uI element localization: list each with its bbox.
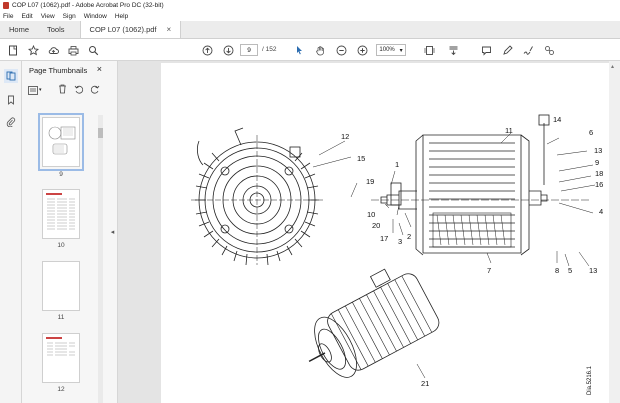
callout-9: 9 <box>595 158 599 167</box>
menu-view[interactable]: View <box>41 13 55 20</box>
tab-tools[interactable]: Tools <box>38 21 74 38</box>
thumbnail-label-11: 11 <box>57 314 65 321</box>
callout-7: 7 <box>487 266 491 275</box>
thumbnail-page-12[interactable] <box>42 333 80 383</box>
callout-1: 1 <box>395 160 399 169</box>
technical-drawing: 1 2 3 4 5 6 7 8 9 10 11 12 13 13 14 15 1… <box>191 114 603 395</box>
collapse-panel-toggle[interactable]: ◂ <box>108 61 118 403</box>
callout-11: 11 <box>505 126 513 135</box>
left-navigation-rail <box>0 61 22 403</box>
panel-title: Page Thumbnails <box>29 65 88 75</box>
title-bar: COP L07 (1062).pdf - Adobe Acrobat Pro D… <box>0 0 620 11</box>
attachment-icon[interactable] <box>4 115 18 129</box>
scroll-up-icon[interactable]: ▴ <box>611 63 614 70</box>
menu-window[interactable]: Window <box>84 13 107 20</box>
callout-6: 6 <box>589 128 593 137</box>
thumbnail-label-12: 12 <box>57 386 65 393</box>
callout-16: 16 <box>595 180 603 189</box>
zoom-out-icon[interactable] <box>334 43 348 57</box>
callout-8: 8 <box>555 266 559 275</box>
pdf-page: 1 2 3 4 5 6 7 8 9 10 11 12 13 13 14 15 1… <box>161 63 610 403</box>
chevron-down-icon: ▾ <box>399 47 403 54</box>
chevron-left-icon: ◂ <box>110 229 115 236</box>
callout-10: 10 <box>367 210 375 219</box>
fill-sign-icon[interactable] <box>521 43 535 57</box>
thumbnail-page-10[interactable] <box>42 189 80 239</box>
highlight-pen-icon[interactable] <box>500 43 514 57</box>
create-icon[interactable] <box>6 43 20 57</box>
thumbnail-label-9: 9 <box>59 171 63 178</box>
share-icon[interactable] <box>542 43 556 57</box>
close-tab-icon[interactable]: × <box>167 25 172 34</box>
menu-file[interactable]: File <box>3 13 13 20</box>
callout-15: 15 <box>357 154 365 163</box>
rotate-cw-icon[interactable] <box>90 84 100 96</box>
search-icon[interactable] <box>86 43 100 57</box>
zoom-value: 100% <box>379 47 395 53</box>
callout-4: 4 <box>599 207 603 216</box>
callout-2: 2 <box>407 232 411 241</box>
callout-12: 12 <box>341 132 349 141</box>
star-icon[interactable] <box>26 43 40 57</box>
page-fit-icon[interactable] <box>422 43 436 57</box>
drawing-reference: Dia.5216.1 <box>587 365 593 395</box>
callout-18: 18 <box>595 169 603 178</box>
callout-14: 14 <box>553 115 561 124</box>
acrobat-app-icon <box>3 2 9 9</box>
callout-13b: 13 <box>589 266 597 275</box>
panel-tools: ▾ <box>22 81 108 99</box>
thumbnail-page-9[interactable] <box>38 113 84 171</box>
zoom-select[interactable]: 100% ▾ <box>376 44 406 56</box>
window-title: COP L07 (1062).pdf - Adobe Acrobat Pro D… <box>12 2 164 9</box>
thumbnail-page-11[interactable] <box>42 261 80 311</box>
callout-13a: 13 <box>594 146 602 155</box>
page-thumbnails-panel: Page Thumbnails × ▾ 9 10 11 12 <box>22 61 108 403</box>
next-page-icon[interactable] <box>221 43 235 57</box>
tab-document[interactable]: COP L07 (1062).pdf × <box>79 21 182 38</box>
tab-document-label: COP L07 (1062).pdf <box>89 25 157 34</box>
callout-21: 21 <box>421 379 429 388</box>
print-icon[interactable] <box>66 43 80 57</box>
delete-page-icon[interactable] <box>58 84 67 96</box>
callout-3: 3 <box>398 237 402 246</box>
prev-page-icon[interactable] <box>200 43 214 57</box>
comment-icon[interactable] <box>479 43 493 57</box>
document-scrollbar[interactable]: ▴ <box>609 61 620 403</box>
menu-edit[interactable]: Edit <box>21 13 32 20</box>
close-panel-icon[interactable]: × <box>97 64 102 74</box>
thumbnails-scrollbar[interactable] <box>98 115 103 403</box>
thumbnails-scrollbar-thumb[interactable] <box>98 128 103 138</box>
menu-bar: File Edit View Sign Window Help <box>0 11 620 21</box>
thumbnail-label-10: 10 <box>57 242 65 249</box>
menu-help[interactable]: Help <box>115 13 128 20</box>
rotate-ccw-icon[interactable] <box>74 84 84 96</box>
page-number-input[interactable]: 9 <box>240 44 258 56</box>
hand-tool-icon[interactable] <box>313 43 327 57</box>
callout-5: 5 <box>568 266 572 275</box>
tab-bar: Home Tools COP L07 (1062).pdf × <box>0 21 620 39</box>
callout-19: 19 <box>366 177 374 186</box>
thumbnail-options-icon[interactable]: ▾ <box>28 84 44 96</box>
menu-sign[interactable]: Sign <box>63 13 76 20</box>
upload-icon[interactable] <box>46 43 60 57</box>
toolbar: 9 / 152 100% ▾ <box>0 39 620 61</box>
callout-labels: 1 2 3 4 5 6 7 8 9 10 11 12 13 13 14 15 1… <box>341 115 603 388</box>
callout-20: 20 <box>372 221 380 230</box>
select-cursor-icon[interactable] <box>292 43 306 57</box>
tab-home[interactable]: Home <box>0 21 38 38</box>
callout-17: 17 <box>380 234 388 243</box>
page-count: / 152 <box>262 46 277 53</box>
bookmark-icon[interactable] <box>4 93 18 107</box>
zoom-in-icon[interactable] <box>355 43 369 57</box>
scroll-mode-icon[interactable] <box>446 43 460 57</box>
panel-header: Page Thumbnails × <box>22 61 108 79</box>
page-thumbnails-icon[interactable] <box>4 69 18 83</box>
document-view[interactable]: 1 2 3 4 5 6 7 8 9 10 11 12 13 13 14 15 1… <box>118 61 620 403</box>
